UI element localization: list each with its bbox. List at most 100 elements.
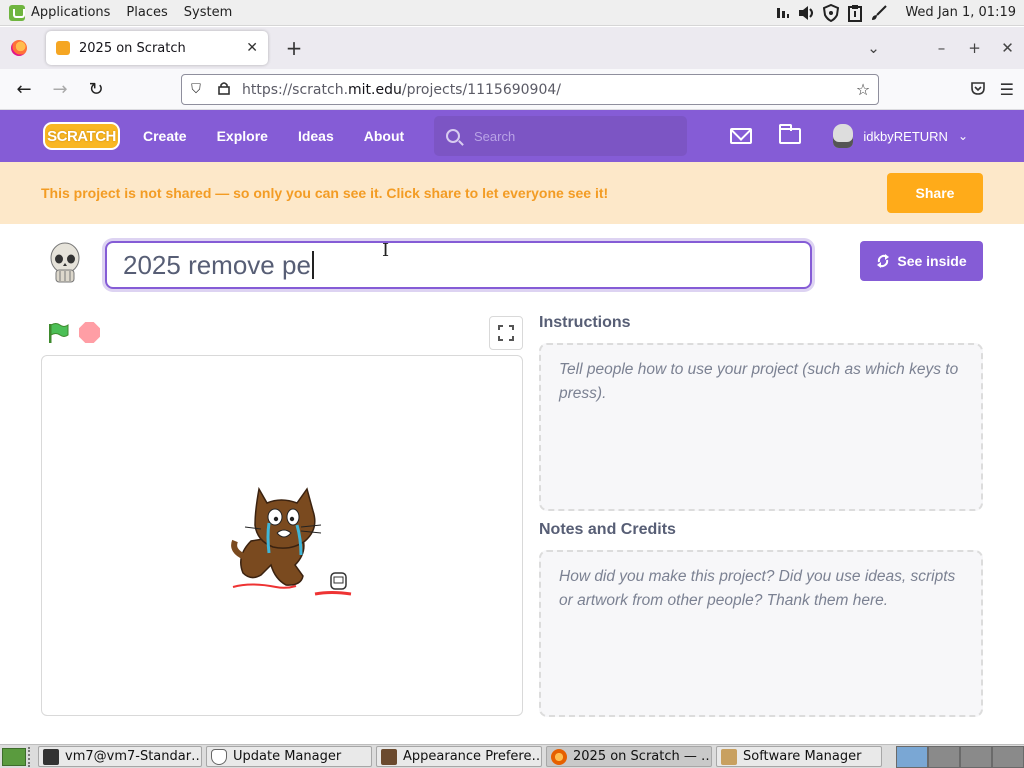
instructions-heading: Instructions xyxy=(539,314,631,331)
menu-places[interactable]: Places xyxy=(126,5,167,20)
appearance-icon xyxy=(381,748,397,765)
url-path: /projects/1115690904/ xyxy=(401,81,561,98)
browser-nav-bar: ← → ↻ ⛉ https://scratch.mit.edu/projects… xyxy=(0,69,1024,110)
brush-icon[interactable] xyxy=(869,4,889,22)
banner-message: This project is not shared — so only you… xyxy=(41,185,609,201)
workspace-1[interactable] xyxy=(896,745,928,768)
instructions-placeholder: Tell people how to use your project (suc… xyxy=(559,361,959,402)
project-title-input[interactable]: 2025 remove pe xyxy=(105,241,812,289)
text-caret xyxy=(311,251,314,279)
tracking-shield-icon[interactable]: ⛉ xyxy=(182,82,210,97)
bookmark-star-icon[interactable]: ☆ xyxy=(848,80,878,99)
see-inside-label: See inside xyxy=(897,253,967,269)
mint-menu-icon[interactable] xyxy=(9,4,25,21)
username[interactable]: idkbyRETURN xyxy=(863,129,948,144)
reload-icon[interactable]: ↻ xyxy=(78,79,114,100)
nav-ideas[interactable]: Ideas xyxy=(298,128,334,144)
back-arrow-icon[interactable]: ← xyxy=(6,79,42,100)
menu-applications[interactable]: Applications xyxy=(31,5,110,20)
taskbar-item-label: vm7@vm7-Standar… xyxy=(65,749,202,764)
instructions-textarea[interactable]: Tell people how to use your project (suc… xyxy=(539,343,983,511)
account-caret-icon[interactable]: ⌄ xyxy=(958,129,968,143)
workspace-2[interactable] xyxy=(928,745,960,768)
taskbar-item-label: Software Manager xyxy=(743,749,862,764)
notes-textarea[interactable]: How did you make this project? Did you u… xyxy=(539,550,983,717)
scratch-favicon-icon xyxy=(56,41,70,55)
taskbar-item-appearance[interactable]: Appearance Prefere… xyxy=(376,746,542,767)
software-manager-icon xyxy=(721,748,737,765)
workspace-switcher xyxy=(896,745,1024,768)
terminal-icon xyxy=(43,748,59,765)
firefox-icon xyxy=(11,40,27,56)
remix-arrows-icon xyxy=(877,254,890,268)
close-tab-icon[interactable]: ✕ xyxy=(246,40,258,56)
nav-create[interactable]: Create xyxy=(143,128,187,144)
search-input[interactable] xyxy=(474,128,664,144)
search-box xyxy=(434,116,687,156)
hamburger-menu-icon[interactable]: ☰ xyxy=(1000,80,1014,99)
green-flag-icon[interactable] xyxy=(47,322,69,344)
fullscreen-button[interactable] xyxy=(489,316,523,350)
new-tab-button[interactable]: + xyxy=(282,36,306,60)
scratch-header: SCRATCH Create Explore Ideas About idkby… xyxy=(0,110,1024,162)
header-account-area: idkbyRETURN ⌄ xyxy=(730,110,968,162)
pocket-icon[interactable] xyxy=(970,80,986,100)
url-bar[interactable]: ⛉ https://scratch.mit.edu/projects/11156… xyxy=(181,74,879,105)
stop-sign-icon[interactable] xyxy=(79,322,100,343)
search-icon xyxy=(446,129,460,143)
shield-icon xyxy=(211,748,227,765)
taskbar-item-label: 2025 on Scratch — … xyxy=(573,749,712,764)
shield-icon[interactable] xyxy=(821,3,841,22)
os-menu-bar: Applications Places System xyxy=(0,0,248,25)
see-inside-button[interactable]: See inside xyxy=(860,241,983,281)
taskbar-item-firefox[interactable]: 2025 on Scratch — … xyxy=(546,746,712,767)
scratch-logo[interactable]: SCRATCH xyxy=(43,122,120,150)
taskbar-item-update-manager[interactable]: Update Manager xyxy=(206,746,372,767)
url-text: https://scratch.mit.edu/projects/1115690… xyxy=(242,82,848,98)
lock-icon[interactable] xyxy=(210,81,238,99)
nav-explore[interactable]: Explore xyxy=(217,128,268,144)
project-author-avatar[interactable] xyxy=(47,242,83,288)
taskbar-item-label: Appearance Prefere… xyxy=(403,749,542,764)
scratch-nav: Create Explore Ideas About xyxy=(143,128,434,144)
project-title-value: 2025 remove pe xyxy=(123,249,311,280)
os-top-panel: Applications Places System Wed Jan 1, 01… xyxy=(0,0,1024,26)
clock[interactable]: Wed Jan 1, 01:19 xyxy=(905,5,1016,20)
os-taskbar: vm7@vm7-Standar… Update Manager Appearan… xyxy=(0,744,1024,768)
clipboard-icon[interactable] xyxy=(845,4,865,22)
taskbar-item-label: Update Manager xyxy=(233,749,342,764)
menu-system[interactable]: System xyxy=(184,5,232,20)
not-shared-banner: This project is not shared — so only you… xyxy=(0,162,1024,224)
taskbar-grip xyxy=(28,746,36,767)
url-domain: mit.edu xyxy=(348,81,402,98)
show-desktop-button[interactable] xyxy=(2,747,26,766)
fullscreen-icon xyxy=(498,325,514,341)
user-avatar[interactable] xyxy=(833,124,854,148)
notes-placeholder: How did you make this project? Did you u… xyxy=(559,568,956,609)
window-controls: ⌄ – + ✕ xyxy=(857,39,1024,57)
workspace-3[interactable] xyxy=(960,745,992,768)
workspace-4[interactable] xyxy=(992,745,1024,768)
firefox-icon xyxy=(551,748,567,765)
browser-tab-strip: 2025 on Scratch ✕ + ⌄ – + ✕ xyxy=(0,27,1024,69)
maximize-icon[interactable]: + xyxy=(958,39,991,57)
taskbar-item-terminal[interactable]: vm7@vm7-Standar… xyxy=(38,746,202,767)
network-icon[interactable] xyxy=(773,4,793,22)
browser-tab[interactable]: 2025 on Scratch ✕ xyxy=(46,31,268,65)
my-stuff-folder-icon[interactable] xyxy=(779,124,802,144)
firefox-view-button[interactable] xyxy=(0,27,38,69)
volume-icon[interactable] xyxy=(797,4,817,22)
messages-icon[interactable] xyxy=(730,128,753,144)
nav-about[interactable]: About xyxy=(364,128,404,144)
tab-list-chevron-icon[interactable]: ⌄ xyxy=(857,39,890,57)
project-stage[interactable] xyxy=(41,355,523,716)
notes-heading: Notes and Credits xyxy=(539,521,676,538)
share-button[interactable]: Share xyxy=(887,173,983,213)
minimize-icon[interactable]: – xyxy=(925,39,958,57)
text-cursor-icon: I xyxy=(382,240,390,261)
close-window-icon[interactable]: ✕ xyxy=(991,39,1024,57)
system-tray: Wed Jan 1, 01:19 xyxy=(773,0,1024,25)
taskbar-item-software-manager[interactable]: Software Manager xyxy=(716,746,882,767)
toolbar-right: ☰ xyxy=(970,69,1014,110)
forward-arrow-icon[interactable]: → xyxy=(42,79,78,100)
